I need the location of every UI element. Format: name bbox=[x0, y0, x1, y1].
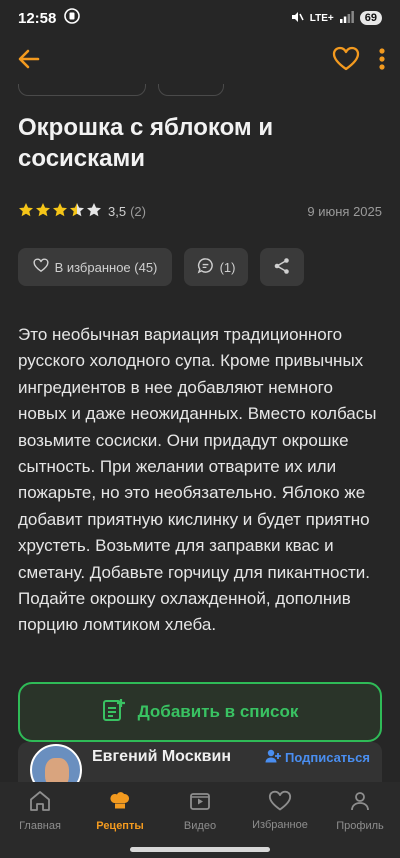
nav-label: Рецепты bbox=[96, 819, 144, 832]
nav-recipes[interactable]: Рецепты bbox=[80, 782, 160, 838]
heart-icon bbox=[33, 258, 49, 276]
add-to-favorites-button[interactable]: В избранное (45) bbox=[18, 248, 172, 286]
profile-icon bbox=[348, 789, 372, 816]
nav-video[interactable]: Видео bbox=[160, 782, 240, 838]
heart-icon bbox=[268, 790, 292, 815]
category-tag[interactable] bbox=[18, 84, 146, 96]
nav-home[interactable]: Главная bbox=[0, 782, 80, 838]
nav-label: Профиль bbox=[336, 819, 384, 832]
avatar[interactable] bbox=[30, 744, 82, 782]
add-user-icon bbox=[265, 749, 281, 766]
category-tags bbox=[18, 84, 224, 96]
notification-icon bbox=[64, 8, 81, 28]
recipe-title: Окрошка с яблоком и сосисками bbox=[18, 114, 274, 172]
chef-hat-icon bbox=[108, 789, 132, 816]
signal-icon bbox=[339, 10, 354, 26]
status-bar: 12:58 LTE+ 69 bbox=[0, 0, 400, 36]
rating-value: 3,5 bbox=[108, 204, 127, 219]
favorites-label: В избранное (45) bbox=[54, 259, 158, 275]
nav-profile[interactable]: Профиль bbox=[320, 782, 400, 838]
share-button[interactable] bbox=[260, 248, 304, 286]
publish-date: 9 июня 2025 bbox=[307, 204, 382, 219]
star-icon bbox=[35, 202, 51, 221]
gesture-handle[interactable] bbox=[130, 847, 270, 852]
mute-icon bbox=[290, 10, 304, 27]
share-icon bbox=[273, 257, 291, 278]
recipe-description: Это необычная вариация традиционного рус… bbox=[18, 325, 377, 635]
status-time: 12:58 bbox=[18, 9, 57, 27]
author-name[interactable]: Евгений Москвин bbox=[92, 748, 231, 766]
add-to-list-label: Добавить в список bbox=[137, 702, 299, 721]
arrow-left-icon[interactable] bbox=[14, 44, 44, 79]
comments-count: (1) bbox=[219, 259, 236, 275]
nav-label: Главная bbox=[19, 819, 61, 832]
comments-button[interactable]: (1) bbox=[184, 248, 248, 286]
battery-indicator: 69 bbox=[359, 11, 382, 25]
app-bar bbox=[0, 36, 400, 86]
add-to-list-button[interactable]: Добавить в список bbox=[18, 682, 382, 742]
more-vertical-icon[interactable] bbox=[378, 47, 386, 76]
category-tag[interactable] bbox=[158, 84, 224, 96]
star-icon bbox=[18, 202, 34, 221]
network-label: LTE+ bbox=[309, 12, 334, 24]
nav-favorites[interactable]: Избранное bbox=[240, 782, 320, 838]
home-icon bbox=[28, 789, 52, 816]
star-icon bbox=[86, 202, 102, 221]
nav-label: Видео bbox=[183, 819, 217, 832]
heart-outline-icon[interactable] bbox=[332, 46, 360, 77]
nav-label: Избранное bbox=[252, 818, 308, 831]
comment-icon bbox=[197, 257, 214, 277]
recipe-actions: В избранное (45) (1) bbox=[18, 248, 304, 286]
rating-count: (2) bbox=[130, 204, 146, 219]
subscribe-label: Подписаться bbox=[284, 750, 370, 765]
bottom-navigation: Главная Рецепты Видео Избранное Профиль bbox=[0, 782, 400, 838]
rating-row: 3,5 (2) 9 июня 2025 bbox=[18, 202, 382, 221]
author-card: Евгений Москвин Подписаться bbox=[18, 742, 382, 782]
add-to-list-icon bbox=[102, 698, 126, 727]
rating-stars bbox=[18, 202, 102, 221]
video-icon bbox=[188, 789, 212, 816]
subscribe-button[interactable]: Подписаться bbox=[265, 749, 370, 766]
star-icon bbox=[69, 202, 85, 221]
star-icon bbox=[52, 202, 68, 221]
